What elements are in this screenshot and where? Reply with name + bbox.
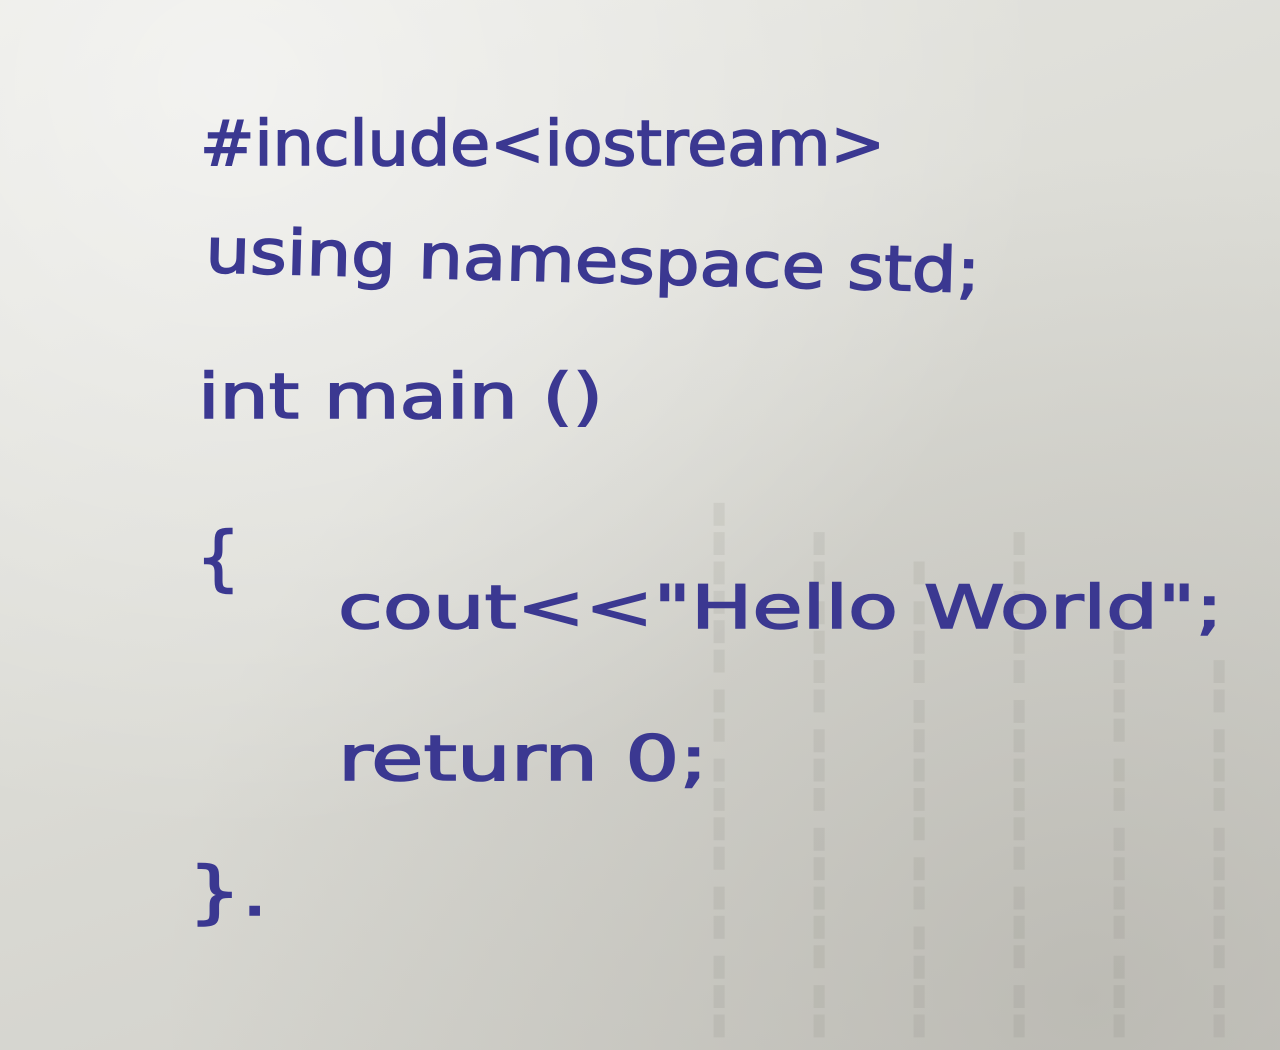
handwritten-code: #include<iostream> using namespace std; … xyxy=(187,106,1224,933)
code-line-return: return 0; xyxy=(338,722,708,795)
code-line-open-brace: { xyxy=(196,517,241,599)
code-line-include: #include<iostream> xyxy=(200,107,885,180)
code-line-using-namespace: using namespace std; xyxy=(205,214,982,307)
code-line-close-brace: }. xyxy=(188,853,268,932)
code-line-main-declaration: int main () xyxy=(198,360,603,433)
code-line-cout: cout<<"Hello World"; xyxy=(338,573,1223,643)
